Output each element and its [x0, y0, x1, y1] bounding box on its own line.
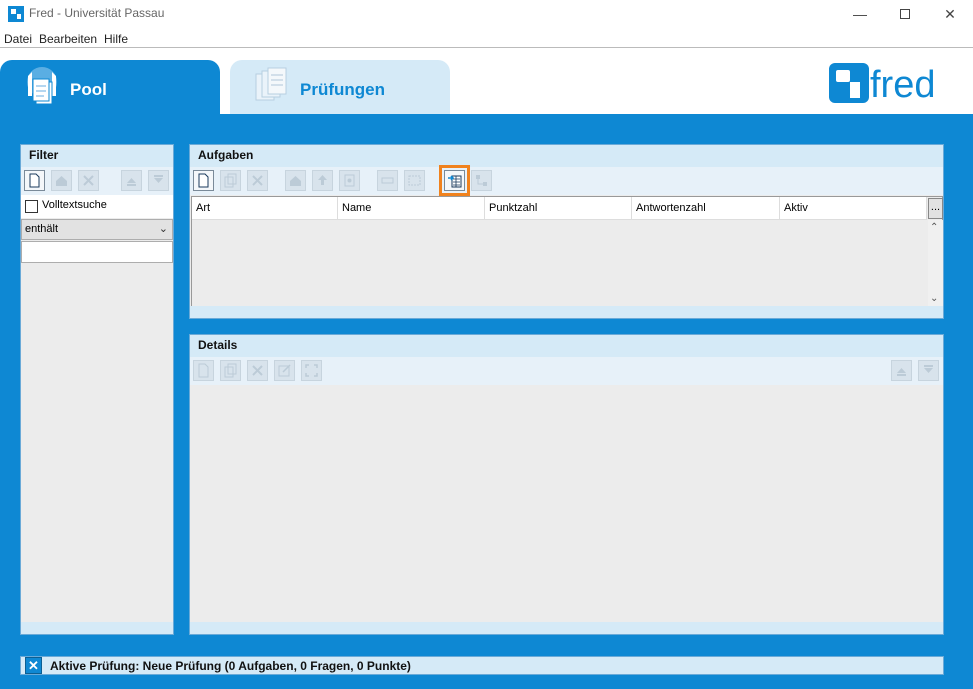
details-move-up-button[interactable] [891, 360, 912, 381]
menu-bar: Datei Bearbeiten Hilfe [0, 29, 973, 48]
aufgaben-panel: Aufgaben Art Name Punktzahl Antwortenzah… [189, 144, 944, 319]
collapse-icon [381, 177, 394, 184]
task-upload-button[interactable] [312, 170, 333, 191]
details-new-button[interactable] [193, 360, 214, 381]
arrow-down-icon [924, 365, 933, 373]
tree-icon [476, 175, 487, 186]
column-name[interactable]: Name [338, 197, 485, 220]
filter-move-up-button[interactable] [121, 170, 142, 191]
chevron-down-icon: ⌄ [158, 223, 168, 235]
close-button[interactable]: ✕ [927, 0, 973, 28]
details-copy-button[interactable] [220, 360, 241, 381]
copy-task-button[interactable] [220, 170, 241, 191]
filter-mode-select[interactable]: enthält ⌄ [21, 219, 173, 240]
app-icon [8, 6, 24, 22]
tab-pruefungen-label: Prüfungen [300, 80, 385, 99]
filter-search-input[interactable] [21, 241, 173, 263]
arrow-up-icon [897, 368, 906, 376]
maximize-button[interactable] [882, 0, 928, 28]
task-home-button[interactable] [285, 170, 306, 191]
filter-toolbar [21, 167, 173, 195]
new-document-icon [198, 173, 209, 188]
expand-icon [408, 175, 421, 186]
window-title: Fred - Universität Passau [29, 6, 165, 20]
task-page-button[interactable] [339, 170, 360, 191]
details-footer [190, 622, 943, 634]
arrow-up-icon [127, 178, 136, 186]
task-tree-button[interactable] [471, 170, 492, 191]
title-bar: Fred - Universität Passau — ✕ [0, 0, 973, 28]
upload-icon [318, 175, 327, 185]
details-move-down-button[interactable] [918, 360, 939, 381]
new-document-icon [198, 363, 209, 378]
details-edit-button[interactable] [274, 360, 295, 381]
filter-title: Filter [21, 145, 173, 167]
menu-bearbeiten[interactable]: Bearbeiten [39, 32, 97, 46]
menu-hilfe[interactable]: Hilfe [104, 32, 128, 46]
maximize-icon [900, 9, 910, 19]
page-icon [344, 174, 355, 187]
status-bar: ✕ Aktive Prüfung: Neue Prüfung (0 Aufgab… [20, 656, 944, 675]
tab-pruefungen[interactable]: Prüfungen [230, 60, 450, 114]
active-exam-status: Aktive Prüfung: Neue Prüfung (0 Aufgaben… [50, 659, 411, 673]
column-chooser-button[interactable]: ... [928, 198, 943, 219]
minimize-button[interactable]: — [837, 0, 883, 28]
filter-mode-value: enthält [25, 223, 59, 235]
filter-footer [21, 622, 173, 634]
delete-icon [83, 175, 94, 186]
column-aktiv[interactable]: Aktiv [780, 197, 927, 220]
fulltext-label: Volltextsuche [42, 199, 107, 211]
column-antwortenzahl[interactable]: Antwortenzahl [632, 197, 780, 220]
scroll-down-icon[interactable]: ⌄ [930, 293, 938, 304]
home-icon [56, 176, 67, 186]
table-header: Art Name Punktzahl Antwortenzahl Aktiv [192, 197, 927, 220]
copy-icon [224, 363, 237, 378]
aufgaben-footer [190, 306, 943, 318]
column-punktzahl[interactable]: Punktzahl [485, 197, 632, 220]
aufgaben-table: Art Name Punktzahl Antwortenzahl Aktiv .… [191, 196, 943, 307]
new-task-button[interactable] [193, 170, 214, 191]
delete-icon [252, 175, 263, 186]
documents-icon [255, 67, 287, 101]
aufgaben-toolbar [190, 165, 943, 196]
details-toolbar [190, 357, 943, 385]
svg-text:fred: fred [870, 64, 935, 105]
menu-datei[interactable]: Datei [4, 32, 32, 46]
details-title: Details [190, 335, 943, 357]
filter-body: Volltextsuche enthält ⌄ [21, 195, 173, 623]
details-fullscreen-button[interactable] [301, 360, 322, 381]
header: Pool Prüfungen fred [0, 49, 973, 114]
table-scrollbar[interactable]: ⌃ ⌄ [928, 220, 943, 306]
new-filter-button[interactable] [24, 170, 45, 191]
arrow-down-icon [154, 175, 163, 183]
delete-task-button[interactable] [247, 170, 268, 191]
scroll-up-icon[interactable]: ⌃ [930, 222, 938, 233]
details-delete-button[interactable] [247, 360, 268, 381]
delete-icon [252, 365, 263, 376]
new-document-icon [29, 173, 40, 188]
close-exam-icon[interactable]: ✕ [25, 657, 42, 674]
pool-icon [27, 67, 57, 105]
add-to-table-icon [448, 175, 462, 188]
task-expand-button[interactable] [404, 170, 425, 191]
fulltext-row: Volltextsuche [21, 195, 173, 218]
fred-logo: fred [829, 63, 935, 105]
aufgaben-title: Aufgaben [190, 145, 943, 167]
tab-pool[interactable]: Pool [0, 60, 220, 114]
home-icon [290, 176, 301, 186]
tab-pool-label: Pool [70, 80, 107, 99]
edit-icon [278, 364, 291, 377]
details-panel: Details [189, 334, 944, 635]
add-to-exam-button[interactable] [439, 165, 470, 196]
filter-panel: Filter Volltextsuche enthält ⌄ [20, 144, 174, 635]
copy-icon [224, 173, 237, 188]
column-art[interactable]: Art [192, 197, 338, 220]
fullscreen-icon [305, 364, 318, 377]
filter-move-down-button[interactable] [148, 170, 169, 191]
fulltext-checkbox[interactable] [25, 200, 38, 213]
filter-home-button[interactable] [51, 170, 72, 191]
filter-delete-button[interactable] [78, 170, 99, 191]
task-collapse-button[interactable] [377, 170, 398, 191]
